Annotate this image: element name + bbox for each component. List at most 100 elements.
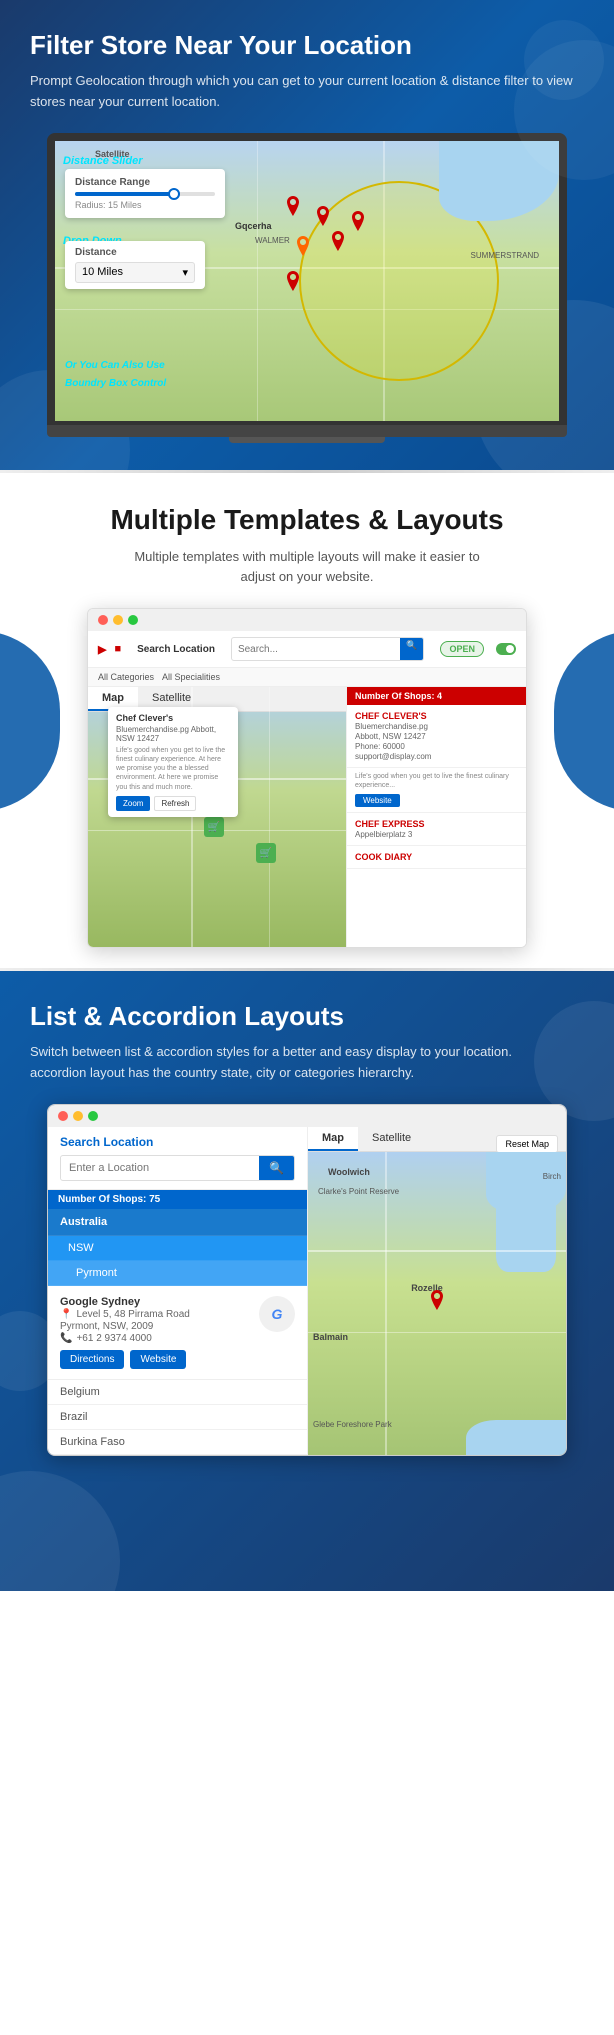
accordion-search-header: Search Location 🔍 [48,1127,307,1190]
state-nsw[interactable]: NSW [48,1236,307,1261]
country-brazil[interactable]: Brazil [48,1405,307,1430]
acc-search-btn[interactable]: 🔍 [259,1156,294,1180]
store2-name: CHEF EXPRESS [355,819,518,829]
area-birch: Birch [543,1172,561,1181]
store-item-2[interactable]: CHEF EXPRESS Appelbierplatz 3 [347,813,526,846]
store-phone-row: 📞 +61 2 9374 4000 [60,1333,251,1344]
country-burkina[interactable]: Burkina Faso [48,1430,307,1455]
section-list: List & Accordion Layouts Switch between … [0,971,614,1591]
browser-mockup: ▶ ■ Search Location 🔍 OPEN All Categorie… [87,608,527,948]
map-label-walmer: WALMER [255,236,290,245]
store1-website-btn[interactable]: Website [355,794,400,807]
app-header: ▶ ■ Search Location 🔍 OPEN [88,631,526,668]
store-addr1: Level 5, 48 Pirrama Road [76,1309,189,1320]
circle-deco-1 [0,1471,120,1591]
store-google-name: Google Sydney [60,1296,251,1308]
store-item-3[interactable]: COOK DIARY [347,846,526,869]
section-templates: Multiple Templates & Layouts Multiple te… [0,473,614,968]
popup-zoom-btn[interactable]: Zoom [116,796,150,811]
area-woolwich: Woolwich [328,1167,370,1177]
app-brand-text: ■ [114,643,121,655]
section2-subtitle: Multiple templates with multiple layouts… [117,547,497,589]
store-action-btns: Directions Website [60,1350,251,1369]
map-pin-2 [315,206,331,226]
accordion-body: Search Location 🔍 Number Of Shops: 75 Au… [48,1127,566,1455]
map-pin-5 [285,271,301,291]
store-item-1[interactable]: CHEF CLEVER'S Bluemerchandise.pg Abbott,… [347,705,526,768]
country-australia[interactable]: Australia [48,1209,307,1236]
section-filter: Filter Store Near Your Location Prompt G… [0,0,614,470]
accordion-browser: Search Location 🔍 Number Of Shops: 75 Au… [47,1104,567,1456]
store1-city: Abbott, NSW 12427 [355,732,518,741]
open-toggle[interactable]: OPEN [440,641,484,657]
store-icon-3: 🛒 [256,843,276,863]
distance-slider-annotation: Distance Slider [63,151,142,169]
phone-icon: 📞 [60,1333,72,1344]
browser-dot-yellow [113,615,123,625]
laptop-base [47,425,567,437]
area-glebe: Glebe Foreshore Park [313,1420,392,1430]
search-button[interactable]: 🔍 [400,638,423,660]
radius-text: Radius: 15 Miles [75,200,215,210]
toggle-knob [506,645,514,653]
slider-fill [75,192,180,196]
bounding-box-label: Or You Can Also Use Boundry Box Control [65,360,166,389]
search-bar[interactable]: 🔍 [231,637,425,661]
directions-btn[interactable]: Directions [60,1350,124,1369]
app-logo: ▶ [98,643,106,656]
reset-map-btn[interactable]: Reset Map [496,1135,558,1153]
map-pin-center [295,236,311,256]
acc-tab-satellite[interactable]: Satellite [358,1127,425,1151]
search-input[interactable] [232,642,400,657]
filter-specialties[interactable]: All Specialities [162,672,220,682]
store-entry-info: Google Sydney 📍 Level 5, 48 Pirrama Road… [60,1296,251,1369]
filter-categories[interactable]: All Categories [98,672,154,682]
store-phone: +61 2 9374 4000 [76,1333,151,1344]
distance-label: Distance [75,247,195,258]
browser-dot-red [98,615,108,625]
popup-name: Chef Clever's [116,713,230,723]
map-pin-4 [330,231,346,251]
distance-slider-panel: Distance Range Radius: 15 Miles [65,169,225,218]
app-body: Map Satellite 🛒 🛒 🛒 Chef Clever's [88,687,526,947]
website-btn[interactable]: Website [130,1350,186,1369]
map-area: Satellite Dispatch Gqcerha WALMER SUMMER… [55,141,559,421]
store-addr2: Pyrmont, NSW, 2009 [60,1321,153,1332]
bounding-box-annotation: Or You Can Also Use Boundry Box Control [65,355,185,391]
accordion-left-panel: Search Location 🔍 Number Of Shops: 75 Au… [48,1127,308,1455]
store2-address: Appelbierplatz 3 [355,830,518,839]
road-v1 [257,141,258,421]
dropdown-panel: Distance 10 Miles ▾ [65,241,205,289]
section3-title: List & Accordion Layouts [30,1001,584,1032]
map-popup: Chef Clever's Bluemerchandise.pg Abbott,… [108,707,238,816]
country-belgium[interactable]: Belgium [48,1380,307,1405]
toggle-switch[interactable] [496,643,516,655]
popup-desc: Life's good when you get to live the fin… [116,746,230,791]
store1-phone: Phone: 60000 [355,742,518,751]
slider-track[interactable] [75,192,215,196]
shops-count: Number Of Shops: 75 [48,1190,307,1209]
stores-count-header: Number Of Shops: 4 [347,687,526,705]
popup-refresh-btn[interactable]: Refresh [154,796,196,811]
laptop-stand [229,437,385,443]
browser-dot-green [128,615,138,625]
acc-search-row: 🔍 [60,1155,295,1181]
store-addr-row1: 📍 Level 5, 48 Pirrama Road [60,1309,251,1320]
acc-dot-green [88,1111,98,1121]
store-logo: G [259,1296,295,1332]
section2-title: Multiple Templates & Layouts [30,503,584,537]
section1-subtitle: Prompt Geolocation through which you can… [30,71,584,113]
blob-left [0,631,60,811]
section3-subtitle: Switch between list & accordion styles f… [30,1042,550,1084]
city-pyrmont[interactable]: Pyrmont [48,1261,307,1286]
acc-search-input[interactable] [61,1157,259,1179]
acc-dot-red [58,1111,68,1121]
app-filters: All Categories All Specialities [88,668,526,687]
distance-slider-label: Distance Slider [63,155,142,167]
dropdown-value: 10 Miles [82,266,123,278]
dropdown-select[interactable]: 10 Miles ▾ [75,262,195,283]
store-entry-google[interactable]: Google Sydney 📍 Level 5, 48 Pirrama Road… [48,1286,307,1380]
slider-thumb [168,188,180,200]
acc-tab-map[interactable]: Map [308,1127,358,1151]
store-addr-row2: Pyrmont, NSW, 2009 [60,1321,251,1332]
